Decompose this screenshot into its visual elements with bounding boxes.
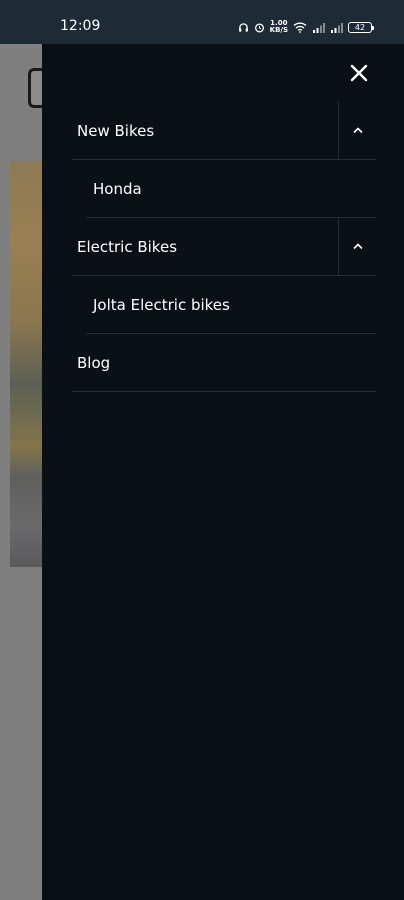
status-icons: 1.00 KB/S 42 [238, 19, 374, 35]
menu-item-label: Electric Bikes [77, 237, 178, 256]
battery-icon: 42 [348, 21, 374, 33]
chevron-up-icon [352, 243, 363, 250]
hero-image [10, 161, 42, 567]
menu-item-honda[interactable]: Honda [86, 160, 376, 218]
network-speed-unit: KB/S [269, 26, 288, 34]
drawer-menu: New Bikes Honda Electric Bikes Jolta Ele… [72, 102, 376, 392]
submenu-toggle-new-bikes[interactable] [338, 102, 376, 159]
menu-item-label: Jolta Electric bikes [93, 295, 230, 314]
chevron-up-icon [352, 127, 363, 134]
menu-item-label: Honda [93, 179, 142, 198]
navigation-drawer: New Bikes Honda Electric Bikes Jolta Ele… [42, 44, 404, 900]
close-icon [350, 64, 368, 82]
site-logo [28, 68, 42, 108]
menu-item-blog[interactable]: Blog [72, 334, 376, 392]
headphones-icon [238, 22, 249, 33]
menu-item-new-bikes[interactable]: New Bikes [72, 102, 376, 160]
close-button[interactable] [344, 58, 374, 88]
menu-item-label: New Bikes [77, 121, 155, 140]
status-time: 12:09 [60, 18, 101, 34]
background-page-overlay[interactable] [0, 44, 42, 900]
signal-icon-2 [330, 22, 343, 33]
network-speed: 1.00 KB/S [270, 20, 288, 34]
menu-item-electric-bikes[interactable]: Electric Bikes [72, 218, 376, 276]
submenu-toggle-electric-bikes[interactable] [338, 218, 376, 275]
status-bar: 12:09 1.00 KB/S 42 [0, 0, 404, 44]
signal-icon [312, 22, 325, 33]
wifi-icon [293, 22, 307, 33]
alarm-icon [254, 22, 265, 33]
menu-item-label: Blog [77, 353, 111, 372]
menu-item-jolta-electric-bikes[interactable]: Jolta Electric bikes [86, 276, 376, 334]
